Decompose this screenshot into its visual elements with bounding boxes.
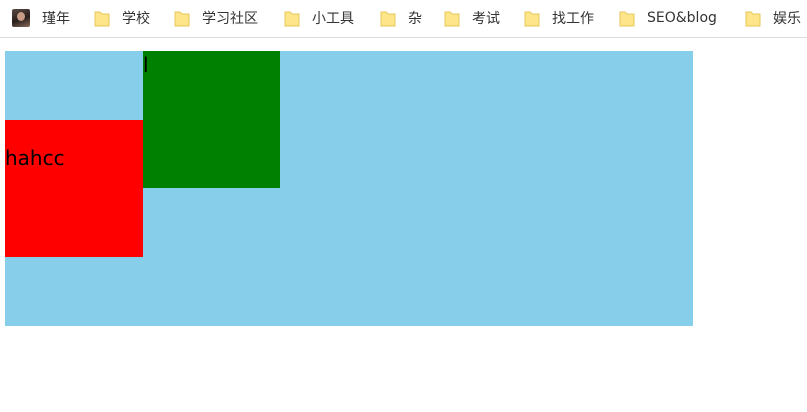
folder-icon <box>444 9 460 27</box>
bookmark-folder-school[interactable]: 学校 <box>94 0 150 36</box>
red-box: hahcc <box>5 120 143 257</box>
folder-icon <box>94 9 110 27</box>
bookmark-label: 瑾年 <box>42 11 70 27</box>
folder-icon <box>380 9 396 27</box>
folder-icon <box>284 9 300 27</box>
bookmark-label: SEO&blog <box>647 10 717 26</box>
bookmark-folder-misc[interactable]: 杂 <box>380 0 422 36</box>
bookmark-folder-seo-blog[interactable]: SEO&blog <box>619 0 717 36</box>
folder-icon <box>619 9 635 27</box>
bookmark-folder-tools[interactable]: 小工具 <box>284 0 354 36</box>
bookmark-label: 学校 <box>122 11 150 27</box>
bookmark-label: 考试 <box>472 11 500 27</box>
folder-icon <box>174 9 190 27</box>
bookmark-label: 小工具 <box>312 11 354 27</box>
bookmark-folder-entertainment[interactable]: 娱乐 <box>745 0 801 36</box>
bookmark-folder-exam[interactable]: 考试 <box>444 0 500 36</box>
bookmark-item-jinnian[interactable]: 瑾年 <box>12 0 70 36</box>
bookmark-label: 找工作 <box>552 11 594 27</box>
bookmarks-bar: 瑾年 学校 学习社区 小工具 杂 考试 找工作 SEO&blog 娱乐 <box>0 0 807 38</box>
red-box-text: hahcc <box>5 146 65 170</box>
folder-icon <box>745 9 761 27</box>
bookmark-folder-job[interactable]: 找工作 <box>524 0 594 36</box>
bookmark-folder-study-community[interactable]: 学习社区 <box>174 0 258 36</box>
green-box: l <box>143 51 280 188</box>
bookmark-label: 娱乐 <box>773 11 801 27</box>
folder-icon <box>524 9 540 27</box>
outer-container-box: l hahcc <box>5 51 693 326</box>
green-box-text: l <box>143 53 149 77</box>
bookmark-label: 学习社区 <box>202 11 258 27</box>
bookmark-label: 杂 <box>408 11 422 27</box>
avatar-icon <box>12 9 30 27</box>
